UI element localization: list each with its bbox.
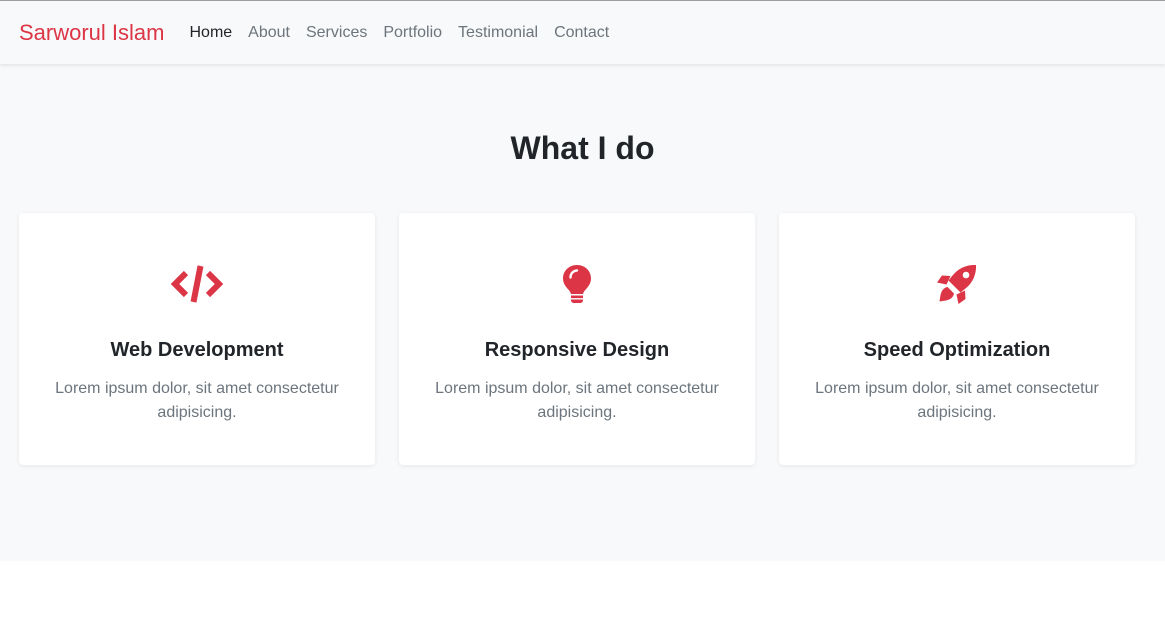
lightbulb-icon: [551, 263, 603, 305]
service-card-responsive-design: Responsive Design Lorem ipsum dolor, sit…: [399, 213, 755, 465]
card-text: Lorem ipsum dolor, sit amet consectetur …: [55, 380, 339, 421]
card-title: Responsive Design: [484, 339, 670, 361]
nav-link-portfolio[interactable]: Portfolio: [375, 24, 450, 41]
nav-link-about[interactable]: About: [240, 24, 298, 41]
rocket-icon: [931, 263, 983, 305]
nav-menu: Home About Services Portfolio Testimonia…: [181, 24, 617, 42]
card-text: Lorem ipsum dolor, sit amet consectetur …: [435, 380, 719, 421]
services-section: What I do Web Development Lorem ipsum do…: [0, 64, 1165, 561]
card-title: Speed Optimization: [863, 339, 1051, 361]
nav-link-home[interactable]: Home: [181, 24, 240, 41]
nav-link-testimonial[interactable]: Testimonial: [450, 24, 546, 41]
nav-link-contact[interactable]: Contact: [546, 24, 617, 41]
brand-link[interactable]: Sarworul Islam: [19, 21, 164, 44]
card-title: Web Development: [110, 339, 284, 361]
service-card-web-development: Web Development Lorem ipsum dolor, sit a…: [19, 213, 375, 465]
section-title: What I do: [510, 130, 655, 166]
card-text: Lorem ipsum dolor, sit amet consectetur …: [815, 380, 1099, 421]
code-icon: [171, 263, 223, 305]
nav-link-services[interactable]: Services: [298, 24, 375, 41]
navbar: Sarworul Islam Home About Services Portf…: [0, 0, 1165, 64]
service-card-speed-optimization: Speed Optimization Lorem ipsum dolor, si…: [779, 213, 1135, 465]
